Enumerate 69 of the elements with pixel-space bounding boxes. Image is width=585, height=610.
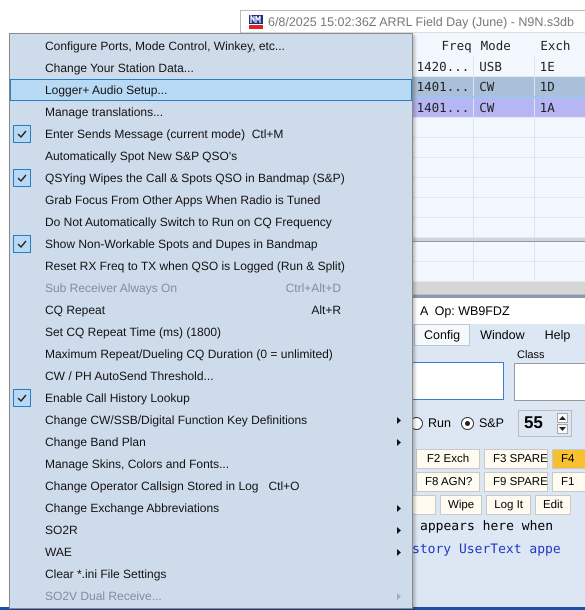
key-button[interactable]: F4 [552, 449, 585, 469]
check-icon [13, 389, 31, 407]
menu-item[interactable]: Automatically Spot New S&P QSO's [10, 145, 412, 167]
menu-tab[interactable]: Help [534, 324, 580, 346]
radio-button[interactable]: S&P [460, 416, 504, 430]
info-text: story UserText appe [411, 541, 562, 559]
column-header: Mode [480, 38, 511, 53]
key-button[interactable] [412, 495, 436, 515]
speed-spinner[interactable]: 55 [518, 410, 572, 436]
menu-item[interactable]: Change Exchange Abbreviations [10, 497, 412, 519]
field-label: Class [516, 349, 546, 363]
menu-item[interactable]: Clear *.ini File Settings [10, 563, 412, 585]
key-button[interactable]: F2 Exch [416, 449, 480, 469]
menu-item[interactable]: Show Non-Workable Spots and Dupes in Bandmap [10, 233, 412, 255]
check-icon [13, 235, 31, 253]
submenu-arrow-icon [397, 505, 401, 512]
key-button[interactable]: Log It [486, 495, 531, 515]
menu-tab[interactable]: Config [414, 324, 470, 346]
key-button[interactable]: F3 SPARE [484, 449, 548, 469]
table-cell: 1401... [416, 79, 470, 94]
menu-item[interactable]: Set CQ Repeat Time (ms) (1800) [10, 321, 412, 343]
submenu-arrow-icon [397, 527, 401, 534]
key-button[interactable]: F1 [552, 472, 585, 492]
menu-item[interactable]: WAE [10, 541, 412, 563]
key-button[interactable]: F8 AGN? [416, 472, 480, 492]
check-icon [13, 169, 31, 187]
menu-item[interactable]: Enter Sends Message (current mode) Ctl+M [10, 123, 412, 145]
menu-item[interactable]: CQ Repeat Alt+R [10, 299, 412, 321]
class-field[interactable] [514, 363, 585, 401]
key-button[interactable]: Edit [534, 495, 571, 515]
table-cell: 1A [534, 98, 585, 118]
table-cell: CW [474, 77, 535, 96]
info-text: appears here when [419, 518, 554, 536]
app-logo-icon [249, 14, 263, 29]
window-title: 6/8/2025 15:02:36Z ARRL Field Day (June) - N9N.s3db [268, 14, 574, 29]
window-title: A Op: WB9FDZ [420, 304, 510, 318]
column-header: Exch [540, 38, 570, 53]
menu-item[interactable]: Grab Focus From Other Apps When Radio is Tuned [10, 189, 412, 211]
table-cell: 1401... [416, 100, 470, 116]
menu-item[interactable]: Change CW/SSB/Digital Function Key Definitions [10, 409, 412, 431]
check-icon [13, 125, 31, 143]
menu-item[interactable]: SO2R [10, 519, 412, 541]
table-cell: CW [474, 98, 535, 118]
submenu-arrow-icon [397, 549, 401, 556]
submenu-arrow-icon [397, 593, 401, 600]
menu-item[interactable]: Configure Ports, Mode Control, Winkey, etc... [10, 35, 412, 57]
menu-item[interactable]: Change Band Plan [10, 431, 412, 453]
table-cell: USB [474, 57, 535, 76]
down-arrow-icon[interactable] [556, 424, 568, 434]
menu-item[interactable]: QSYing Wipes the Call & Spots QSO in Bandmap (S&P) [10, 167, 412, 189]
menu-item[interactable]: Manage Skins, Colors and Fonts... [10, 453, 412, 475]
menu-item[interactable]: Enable Call History Lookup [10, 387, 412, 409]
menu-tab[interactable]: Window [470, 324, 535, 346]
menu-item[interactable]: Maximum Repeat/Dueling CQ Duration (0 = unlimited) [10, 343, 412, 365]
key-button[interactable]: Wipe [440, 495, 482, 515]
menu-item[interactable]: Logger+ Audio Setup... [10, 79, 412, 101]
menu-item[interactable]: Change Operator Callsign Stored in Log Ctl+O [10, 475, 412, 497]
table-cell: 1D [534, 77, 585, 96]
submenu-arrow-icon [397, 439, 401, 446]
up-arrow-icon[interactable] [556, 412, 568, 422]
menu-item[interactable]: Do Not Automatically Switch to Run on CQ Frequency [10, 211, 412, 233]
key-button[interactable]: F9 SPARE [484, 472, 548, 492]
menu-item[interactable]: CW / PH AutoSend Threshold... [10, 365, 412, 387]
menu-item[interactable]: Reset RX Freq to TX when QSO is Logged (Run & Split) [10, 255, 412, 277]
table-cell: 1420... [416, 59, 470, 74]
input-field[interactable] [412, 362, 504, 400]
submenu-arrow-icon [397, 417, 401, 424]
column-header: Freq [442, 38, 472, 53]
table-cell: 1E [534, 57, 585, 76]
